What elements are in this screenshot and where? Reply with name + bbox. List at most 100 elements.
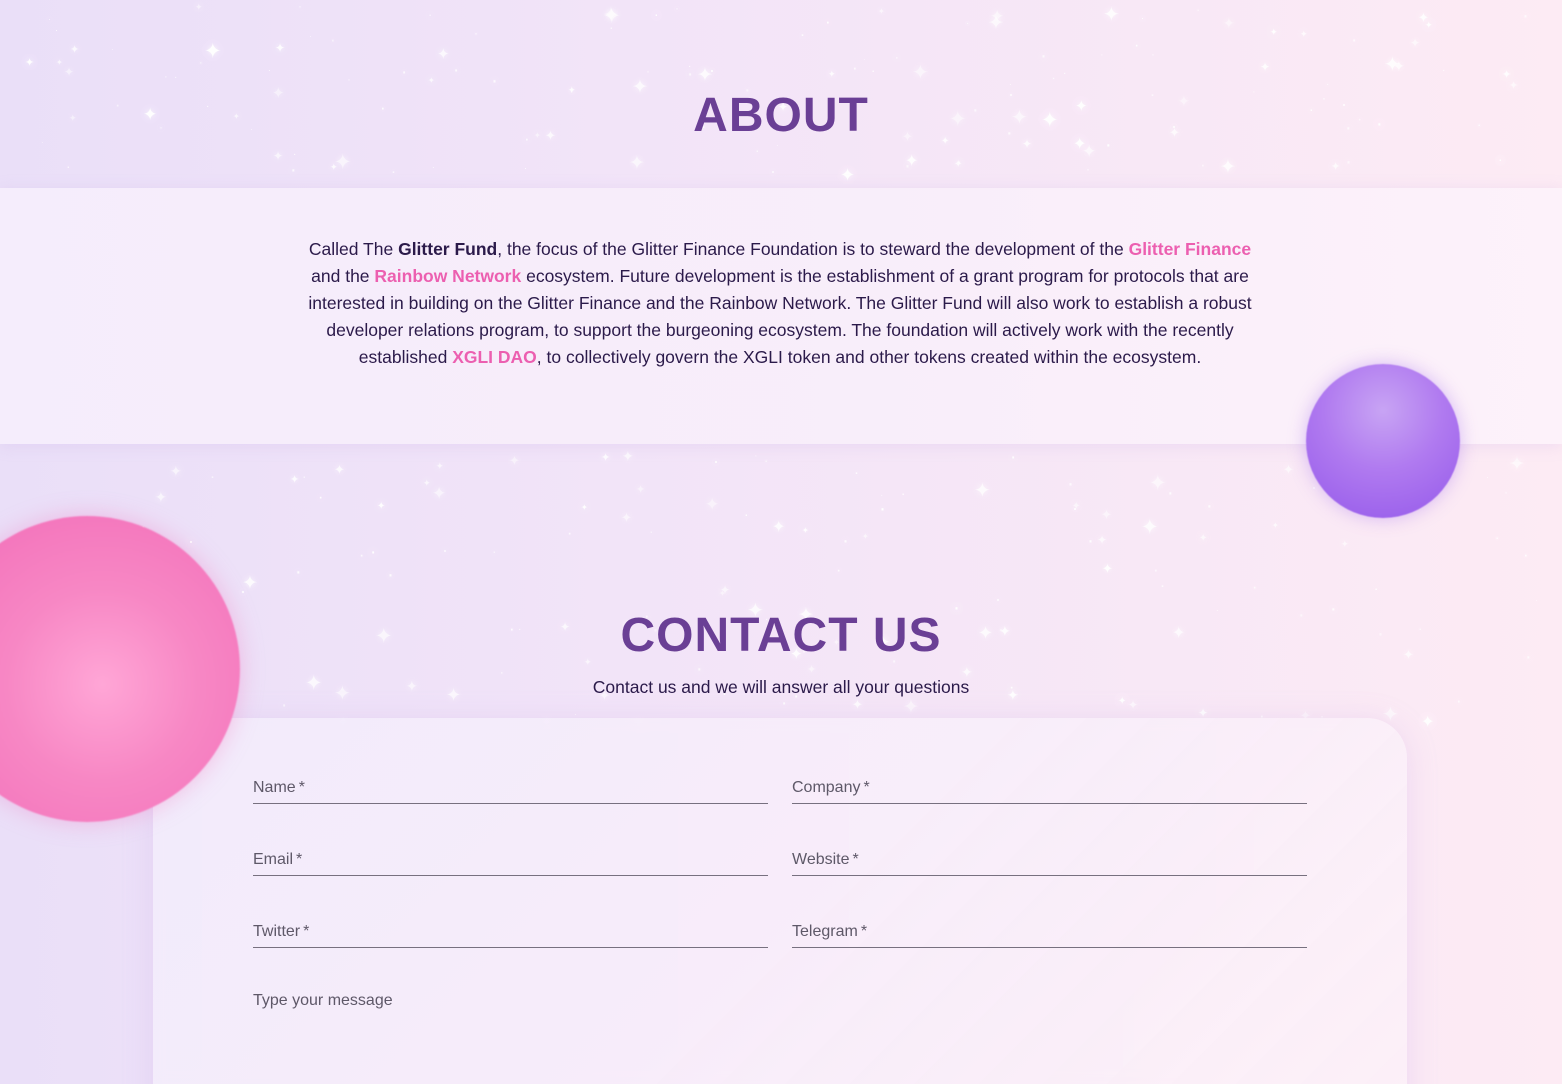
xgli-dao-link[interactable]: XGLI DAO xyxy=(452,347,537,367)
sparkle-decoration: · xyxy=(1153,560,1159,579)
email-field[interactable]: Email * xyxy=(253,840,768,876)
sparkle-decoration: ✦ xyxy=(1103,4,1120,26)
sparkle-decoration: · xyxy=(825,12,831,31)
sparkle-decoration: ✦ xyxy=(802,526,809,535)
sparkle-decoration: ✦ xyxy=(903,697,919,718)
sparkle-decoration: ✦ xyxy=(601,452,611,464)
twitter-label-text: Twitter xyxy=(253,923,301,940)
sparkle-decoration: · xyxy=(1100,49,1104,61)
email-label-text: Email xyxy=(253,851,294,868)
sparkle-decoration: ✦ xyxy=(636,484,646,496)
sparkle-decoration: ✦ xyxy=(905,153,919,170)
sparkle-decoration: ✦ xyxy=(56,58,63,67)
sparkle-decoration: ✦ xyxy=(1270,27,1278,37)
sparkle-decoration: ✦ xyxy=(1141,516,1159,539)
sparkle-decoration: · xyxy=(1523,545,1529,564)
sparkle-decoration: · xyxy=(1252,579,1258,596)
sparkle-decoration: · xyxy=(174,72,178,83)
sparkle-decoration: ✦ xyxy=(862,532,869,541)
sparkle-decoration: ✦ xyxy=(1097,533,1108,547)
sparkle-decoration: · xyxy=(1087,529,1094,552)
sparkle-decoration: ✦ xyxy=(1331,161,1341,173)
sparkle-decoration: · xyxy=(391,163,396,180)
sparkle-decoration: ✦ xyxy=(990,7,1005,26)
sparkle-decoration: ✦ xyxy=(772,519,786,536)
about-text-part: and the xyxy=(311,266,375,286)
sparkle-decoration: · xyxy=(901,486,906,501)
sparkle-decoration: · xyxy=(687,64,694,85)
sparkle-decoration: ✦ xyxy=(912,62,929,84)
sparkle-decoration: ✦ xyxy=(204,40,222,63)
sparkle-decoration: ✦ xyxy=(1149,472,1167,495)
sparkle-decoration: · xyxy=(688,61,692,72)
sparkle-decoration: ✦ xyxy=(720,583,731,597)
sparkle-decoration: ✦ xyxy=(1384,54,1401,76)
sparkle-decoration: ✦ xyxy=(629,153,645,174)
sparkle-decoration: ✦ xyxy=(70,44,80,56)
company-field[interactable]: Company * xyxy=(792,768,1307,804)
page: ✦ · · · · · · · · · · ✦ · ✦ ✦ ✦ ✦ ✦ · ✦ · · ✦ · · · · · · ✦ · ✦ ✦ ✦ · · · · · ·… xyxy=(0,0,1562,1084)
message-textarea[interactable]: Type your message xyxy=(253,992,1307,1084)
sparkle-decoration: ✦ xyxy=(1082,142,1097,161)
email-field-label: Email * xyxy=(253,851,302,869)
sparkle-decoration: ✦ xyxy=(807,664,817,676)
sparkle-decoration: · xyxy=(428,7,433,22)
sparkle-decoration: ✦ xyxy=(155,489,167,505)
sparkle-decoration: ✦ xyxy=(377,501,386,512)
sparkle-decoration: · xyxy=(1052,73,1056,84)
sparkle-decoration: · xyxy=(567,525,573,542)
sparkle-decoration: ✦ xyxy=(1072,501,1081,512)
sparkle-decoration: ✦ xyxy=(581,503,588,512)
sparkle-decoration: ✦ xyxy=(852,697,863,712)
sparkle-decoration: · xyxy=(649,523,654,539)
purple-orb-decoration xyxy=(1306,364,1460,518)
sparkle-decoration: · xyxy=(1134,37,1140,54)
sparkle-decoration: · xyxy=(347,72,351,86)
sparkle-decoration: · xyxy=(474,26,478,40)
sparkle-decoration: · xyxy=(1374,581,1379,596)
sparkle-decoration: · xyxy=(654,6,659,22)
sparkle-decoration: · xyxy=(770,161,776,181)
sparkle-decoration: ✦ xyxy=(1102,561,1113,576)
name-field-label: Name * xyxy=(253,779,305,797)
glitter-finance-link[interactable]: Glitter Finance xyxy=(1129,239,1252,259)
twitter-field[interactable]: Twitter * xyxy=(253,912,768,948)
about-text-part: , the focus of the Glitter Finance Found… xyxy=(497,239,1129,259)
sparkle-decoration: · xyxy=(1167,482,1174,504)
sparkle-decoration: ✦ xyxy=(195,2,203,12)
sparkle-decoration: · xyxy=(199,57,203,69)
sparkle-decoration: · xyxy=(432,163,435,172)
website-field-label: Website * xyxy=(792,851,859,869)
sparkle-decoration: ✦ xyxy=(1425,20,1433,30)
sparkle-decoration: · xyxy=(1063,68,1067,79)
name-field[interactable]: Name * xyxy=(253,768,768,804)
telegram-field-label: Telegram * xyxy=(792,923,867,941)
sparkle-decoration: · xyxy=(904,154,911,177)
sparkle-decoration: · xyxy=(1495,530,1500,545)
sparkle-decoration: ✦ xyxy=(1260,60,1271,74)
sparkle-decoration: ✦ xyxy=(330,162,338,172)
sparkle-decoration: · xyxy=(852,58,858,77)
sparkle-decoration: · xyxy=(1486,472,1489,482)
sparkle-decoration: · xyxy=(871,63,876,78)
sparkle-decoration: · xyxy=(66,158,71,174)
rainbow-network-link[interactable]: Rainbow Network xyxy=(374,266,521,286)
sparkle-decoration: · xyxy=(318,489,324,506)
required-mark: * xyxy=(296,851,303,868)
website-field[interactable]: Website * xyxy=(792,840,1307,876)
sparkle-decoration: ✦ xyxy=(242,573,258,594)
required-mark: * xyxy=(303,923,310,940)
glitter-fund-name: Glitter Fund xyxy=(398,239,498,259)
sparkle-decoration: · xyxy=(48,14,51,24)
sparkle-decoration: · xyxy=(1196,2,1201,17)
sparkle-decoration: · xyxy=(713,451,719,471)
contact-form: Name * Company * Email * Website * Twitter * … xyxy=(153,718,1407,1084)
telegram-field[interactable]: Telegram * xyxy=(792,912,1307,948)
sparkle-decoration: ✦ xyxy=(1502,69,1512,81)
sparkle-decoration: ✦ xyxy=(1410,36,1421,50)
sparkle-decoration: ✦ xyxy=(1220,157,1236,178)
sparkle-decoration: · xyxy=(268,66,271,75)
sparkle-decoration: · xyxy=(302,468,307,484)
sparkle-decoration: ✦ xyxy=(436,461,444,471)
sparkle-decoration: ✦ xyxy=(705,495,720,514)
